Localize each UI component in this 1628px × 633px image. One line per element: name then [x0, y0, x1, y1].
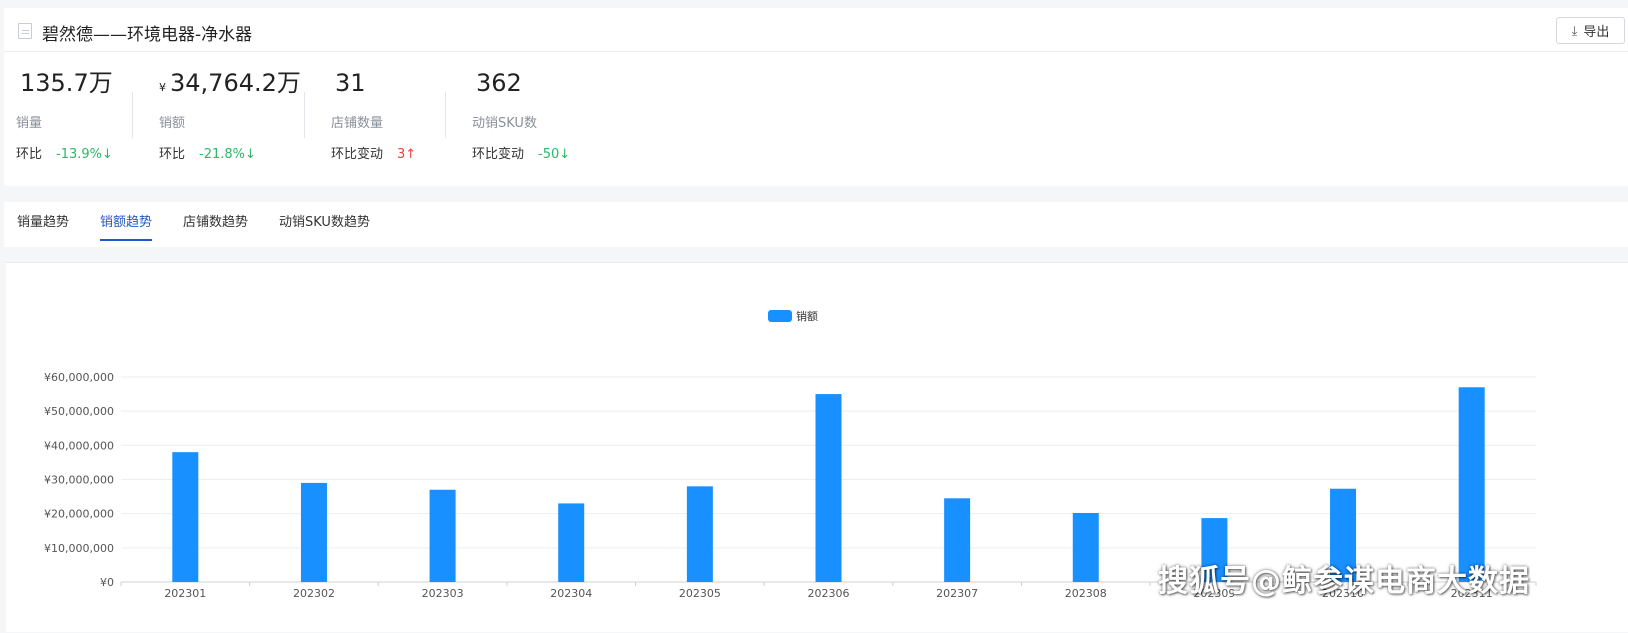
bar — [686, 486, 713, 582]
bar — [1072, 512, 1099, 582]
x-tick-label: 202306 — [808, 587, 850, 600]
export-button[interactable]: ⤓ 导出 — [1556, 17, 1625, 44]
arrow-up-icon: ↑ — [405, 147, 417, 162]
x-tick-label: 202301 — [164, 587, 206, 600]
metric-sales-amount: ¥34,764.2万 销额 环比 -21.8%↓ — [159, 68, 301, 162]
metrics-row: 135.7万 销量 环比 -13.9%↓ ¥34,764.2万 销额 环比 -21.… — [4, 52, 1628, 186]
y-tick-label: ¥40,000,000 — [44, 439, 114, 452]
y-tick-label: ¥20,000,000 — [44, 508, 114, 521]
compare-value: 3↑ — [397, 147, 417, 162]
x-tick-label: 202307 — [936, 587, 978, 600]
y-tick-label: ¥10,000,000 — [44, 542, 114, 555]
x-tick-label: 202305 — [679, 587, 721, 600]
legend-label: 销额 — [796, 309, 818, 323]
x-tick-label: 202304 — [550, 587, 592, 600]
metric-compare: 环比 -21.8%↓ — [159, 143, 301, 162]
compare-label: 环比 — [159, 147, 186, 162]
metric-value: 135.7万 — [20, 69, 113, 97]
metric-compare: 环比变动 3↑ — [331, 143, 416, 162]
metric-compare: 环比 -13.9%↓ — [16, 143, 113, 162]
x-tick-label: 202303 — [422, 587, 464, 600]
bar — [558, 503, 585, 582]
legend-swatch — [768, 310, 792, 322]
summary-card: 碧然德——环境电器-净水器 ⤓ 导出 135.7万 销量 环比 -13.9%↓ ¥… — [4, 8, 1628, 186]
x-tick-label: 202302 — [293, 587, 335, 600]
download-icon: ⤓ — [1571, 22, 1578, 38]
compare-value: -13.9%↓ — [56, 147, 113, 162]
watermark: 搜狐号@鲸参谋电商大数据 — [1158, 564, 1530, 599]
compare-label: 环比变动 — [331, 147, 384, 162]
y-tick-label: ¥0 — [100, 576, 114, 589]
export-label: 导出 — [1583, 24, 1610, 39]
metric-value: 34,764.2万 — [170, 69, 301, 97]
bar — [944, 498, 971, 582]
compare-label: 环比变动 — [472, 147, 525, 162]
metric-label: 动销SKU数 — [472, 116, 537, 131]
metric-store-count: 31 店铺数量 环比变动 3↑ — [331, 68, 416, 162]
divider — [445, 92, 446, 138]
arrow-down-icon: ↓ — [559, 147, 571, 162]
metric-active-sku: 362 动销SKU数 环比变动 -50↓ — [472, 68, 570, 162]
y-tick-label: ¥30,000,000 — [44, 474, 114, 487]
bar — [815, 394, 842, 582]
x-tick-label: 202308 — [1065, 587, 1107, 600]
compare-value: -21.8%↓ — [199, 147, 256, 162]
page-title: 碧然德——环境电器-净水器 — [42, 25, 253, 45]
bar — [172, 452, 199, 582]
arrow-down-icon: ↓ — [245, 147, 256, 162]
divider — [304, 92, 305, 138]
metric-label: 销额 — [159, 116, 186, 131]
tab-sales-volume-trend[interactable]: 销量趋势 — [17, 211, 69, 239]
trend-tabs: 销量趋势 销额趋势 店铺数趋势 动销SKU数趋势 — [4, 202, 1628, 247]
metric-label: 店铺数量 — [331, 116, 384, 131]
tab-sales-amount-trend[interactable]: 销额趋势 — [100, 211, 153, 241]
divider — [132, 92, 133, 138]
arrow-down-icon: ↓ — [102, 147, 113, 162]
tab-active-sku-trend[interactable]: 动销SKU数趋势 — [279, 211, 370, 239]
metric-value: 31 — [335, 69, 366, 97]
metric-label: 销量 — [16, 116, 43, 131]
y-tick-label: ¥50,000,000 — [44, 405, 114, 418]
metric-value: 362 — [476, 69, 522, 97]
metric-sales-volume: 135.7万 销量 环比 -13.9%↓ — [16, 68, 113, 162]
bar — [300, 482, 327, 582]
metric-compare: 环比变动 -50↓ — [472, 143, 570, 162]
metric-currency: ¥ — [159, 81, 166, 94]
y-tick-label: ¥60,000,000 — [44, 371, 114, 384]
bar — [429, 489, 456, 582]
bar — [1458, 387, 1485, 582]
compare-label: 环比 — [16, 147, 43, 162]
tab-store-count-trend[interactable]: 店铺数趋势 — [183, 211, 248, 239]
title-bar: 碧然德——环境电器-净水器 ⤓ 导出 — [4, 8, 1628, 52]
document-icon — [18, 23, 32, 39]
compare-value: -50↓ — [538, 147, 571, 162]
